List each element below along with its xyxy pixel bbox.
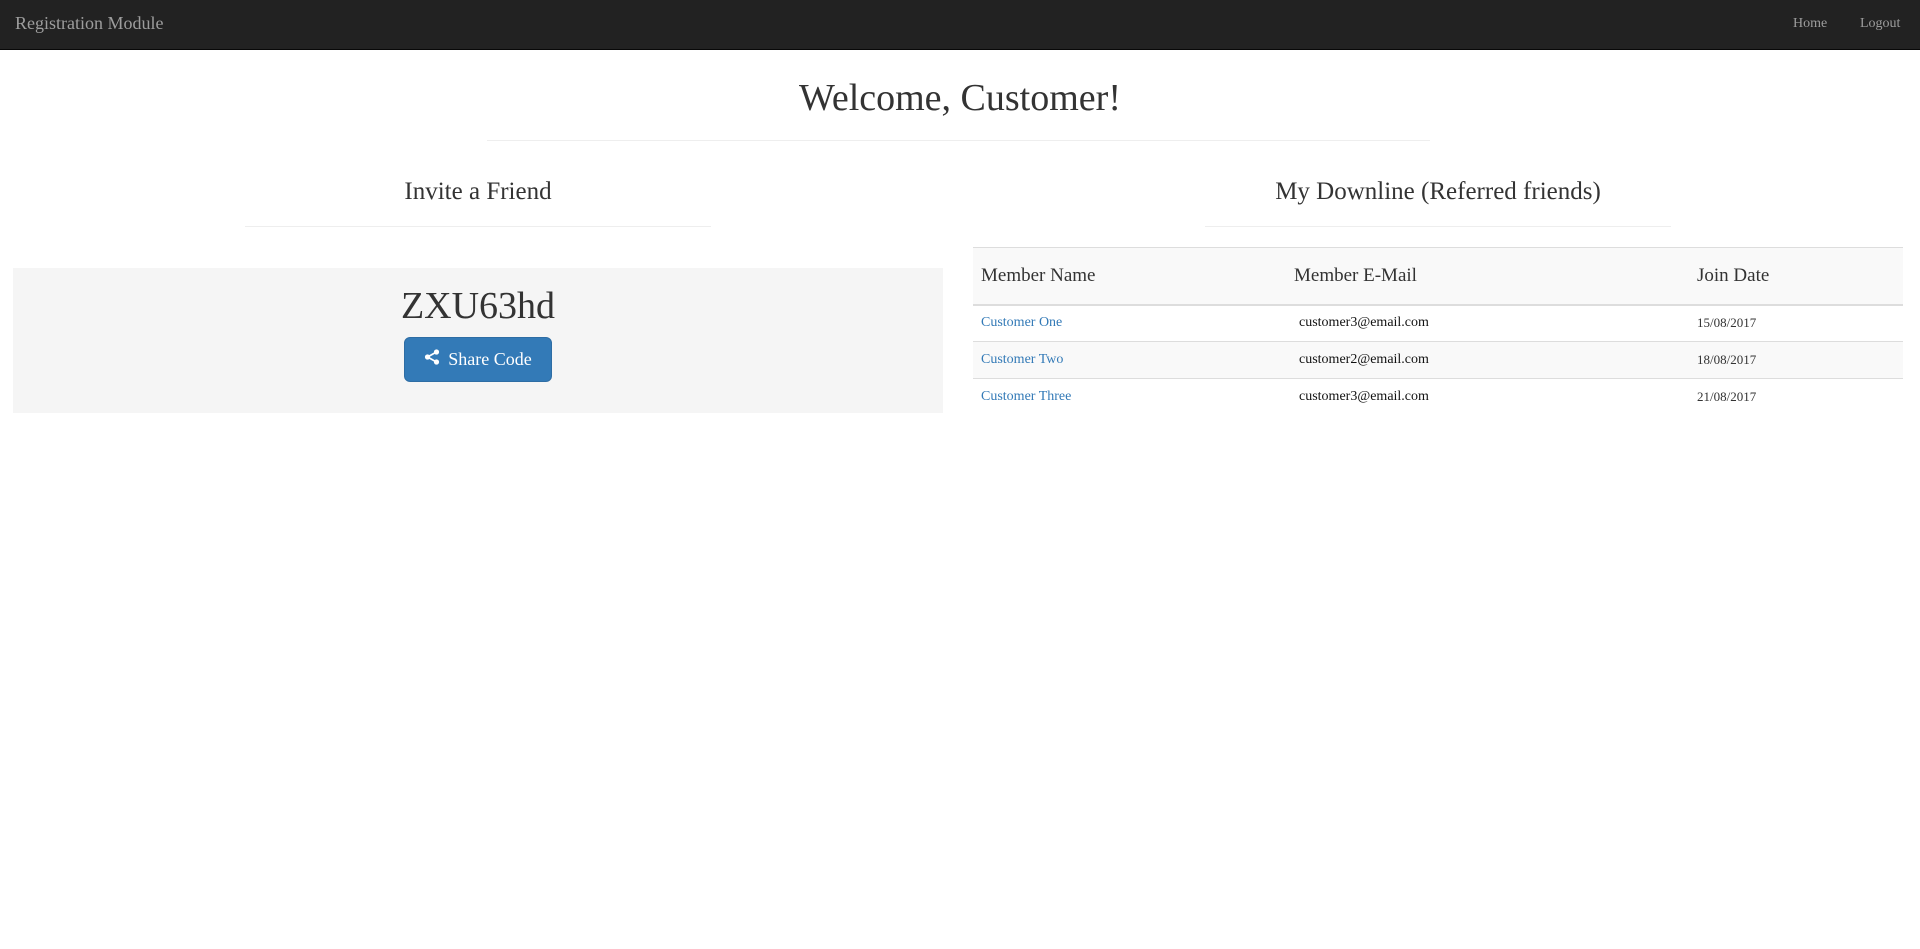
top-navbar: Registration Module Home Logout — [0, 0, 1920, 50]
invite-panel: ZXU63hd Share Code — [13, 268, 943, 413]
nav-logout-link[interactable]: Logout — [1860, 16, 1900, 32]
title-divider — [487, 140, 1430, 141]
referral-code: ZXU63hd — [400, 285, 556, 327]
brand-link[interactable]: Registration Module — [15, 13, 163, 34]
nav-home-link[interactable]: Home — [1793, 16, 1827, 32]
table-row: Customer Two customer2@email.com 18/08/2… — [973, 341, 1903, 379]
join-date-cell: 18/08/2017 — [1689, 341, 1903, 379]
column-header-join-date: Join Date — [1689, 247, 1903, 306]
downline-divider — [1205, 226, 1671, 227]
invite-divider — [245, 226, 711, 227]
table-row: Customer Three customer3@email.com 21/08… — [973, 378, 1903, 416]
member-email-cell: customer3@email.com — [1286, 378, 1689, 416]
page-title: Welcome, Customer! — [799, 77, 1121, 119]
member-name-link[interactable]: Customer Two — [981, 352, 1063, 367]
member-email-cell: customer2@email.com — [1286, 341, 1689, 379]
member-name-link[interactable]: Customer One — [981, 315, 1062, 330]
join-date-cell: 21/08/2017 — [1689, 378, 1903, 416]
member-email-cell: customer3@email.com — [1299, 315, 1429, 331]
member-name-link[interactable]: Customer Three — [981, 389, 1071, 404]
downline-heading: My Downline (Referred friends) — [1275, 178, 1601, 205]
join-date-cell: 15/08/2017 — [1697, 315, 1757, 331]
share-code-label: Share Code — [448, 349, 532, 369]
table-row: Customer One customer3@email.com 15/08/2… — [973, 305, 1903, 342]
invite-heading: Invite a Friend — [404, 178, 552, 205]
column-header-member-name: Member Name — [973, 247, 1286, 306]
share-icon — [424, 349, 440, 370]
table-header-row: Member Name Member E-Mail Join Date — [973, 247, 1903, 306]
downline-table: Member Name Member E-Mail Join Date Cust… — [973, 247, 1903, 416]
member-name-cell: Customer Three — [973, 378, 1286, 416]
member-name-cell: Customer Two — [973, 341, 1286, 379]
member-name-cell: Customer One — [973, 305, 1286, 342]
share-code-button[interactable]: Share Code — [404, 337, 552, 382]
column-header-member-email: Member E-Mail — [1286, 247, 1689, 306]
